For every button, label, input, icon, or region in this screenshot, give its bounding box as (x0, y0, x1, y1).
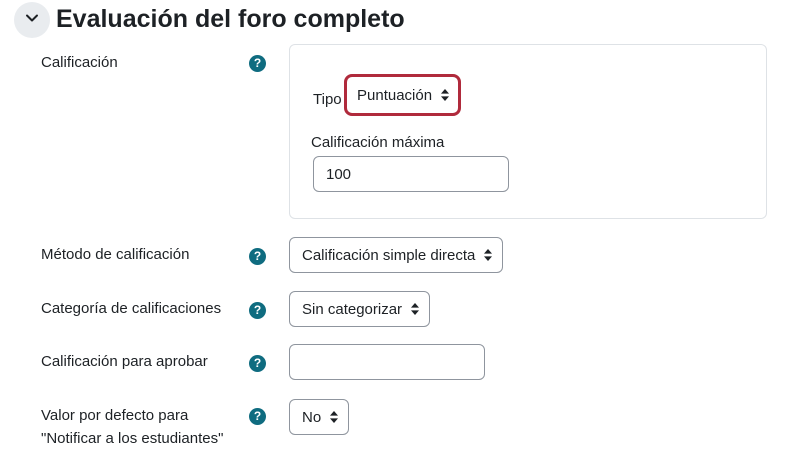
grade-type-label: Tipo (313, 91, 342, 108)
pass-help-icon[interactable]: ? (249, 355, 266, 372)
grade-label: Calificación (41, 54, 118, 71)
method-select[interactable]: Calificación simple directa (289, 237, 504, 273)
notify-help-icon[interactable]: ? (249, 408, 266, 425)
sort-arrows-icon (411, 303, 420, 315)
pass-grade-input[interactable] (289, 344, 485, 380)
grade-max-input[interactable] (313, 156, 509, 192)
collapse-section-button[interactable] (14, 2, 50, 38)
category-label: Categoría de calificaciones (41, 300, 222, 317)
grade-max-label: Calificación máxima (311, 134, 445, 151)
method-value: Calificación simple directa (302, 246, 476, 264)
method-help-icon[interactable]: ? (249, 248, 266, 265)
category-value: Sin categorizar (302, 300, 403, 318)
notify-select[interactable]: No (289, 399, 350, 435)
chevron-down-icon (25, 11, 39, 30)
category-help-icon[interactable]: ? (249, 302, 266, 319)
grade-help-icon[interactable]: ? (249, 55, 266, 72)
grade-type-value: Puntuación (357, 86, 433, 104)
sort-arrows-icon (484, 249, 493, 261)
notify-label-line1: Valor por defecto para (41, 407, 189, 424)
method-label: Método de calificación (41, 246, 190, 263)
section-title: Evaluación del foro completo (56, 5, 405, 33)
category-select[interactable]: Sin categorizar (289, 291, 431, 327)
pass-label: Calificación para aprobar (41, 353, 208, 370)
sort-arrows-icon (330, 411, 339, 423)
notify-value: No (302, 408, 322, 426)
sort-arrows-icon (441, 89, 450, 101)
notify-label-line2: "Notificar a los estudiantes" (41, 430, 224, 447)
grade-type-select[interactable]: Puntuación (344, 74, 462, 116)
